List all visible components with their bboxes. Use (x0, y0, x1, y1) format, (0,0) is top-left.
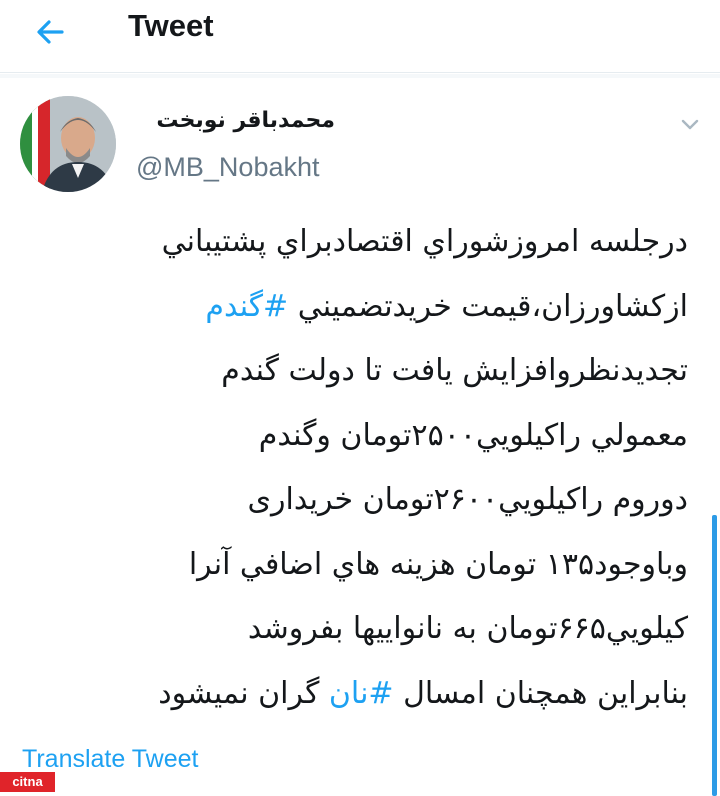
top-bar: Tweet (0, 0, 720, 73)
hashtag-link[interactable]: #گندم (205, 289, 288, 324)
tweet-line: بنابراين همچنان امسال #نان گران نميشود (24, 662, 688, 727)
tweet-line: وباوجود۱۳۵ تومان هزينه هاي اضافي آنرا (188, 546, 688, 582)
tweet-line-text: گران نميشود (158, 675, 329, 711)
profile-photo (20, 96, 116, 192)
hashtag-link[interactable]: #نان (329, 676, 394, 711)
tweet-line-text: ازكشاورزان،قيمت خريدتضميني (288, 288, 688, 324)
username[interactable]: @MB_Nobakht (136, 152, 320, 183)
watermark-logo: citna (0, 772, 55, 792)
tweet-line: معمولي راكيلويي۲۵۰۰تومان وگندم (258, 417, 688, 453)
tweet-line: كيلويي۶۶۵تومان به نانواييها بفروشد (247, 611, 688, 646)
tweet-text: درجلسه امروزشوراي اقتصادبراي پشتيباني از… (24, 210, 688, 726)
chevron-down-icon[interactable] (676, 110, 704, 138)
page-title: Tweet (128, 8, 214, 43)
arrow-left-icon[interactable] (32, 12, 72, 52)
divider (0, 74, 720, 78)
tweet-line: ازكشاورزان،قيمت خريدتضميني #گندم (24, 275, 688, 340)
scrollbar[interactable] (712, 515, 717, 796)
tweet-line: درجلسه امروزشوراي اقتصادبراي پشتيباني (161, 224, 688, 259)
translate-tweet-link[interactable]: Translate Tweet (22, 745, 198, 774)
tweet-line: تجديدنظروافزايش يافت تا دولت گندم (221, 353, 688, 388)
display-name[interactable]: محمدباقر نوبخت (135, 108, 335, 133)
tweet-line-text: بنابراين همچنان امسال (393, 675, 688, 711)
tweet-line: دوروم راكيلويي۲۶۰۰تومان خريداری (247, 482, 688, 517)
avatar[interactable] (20, 96, 116, 192)
